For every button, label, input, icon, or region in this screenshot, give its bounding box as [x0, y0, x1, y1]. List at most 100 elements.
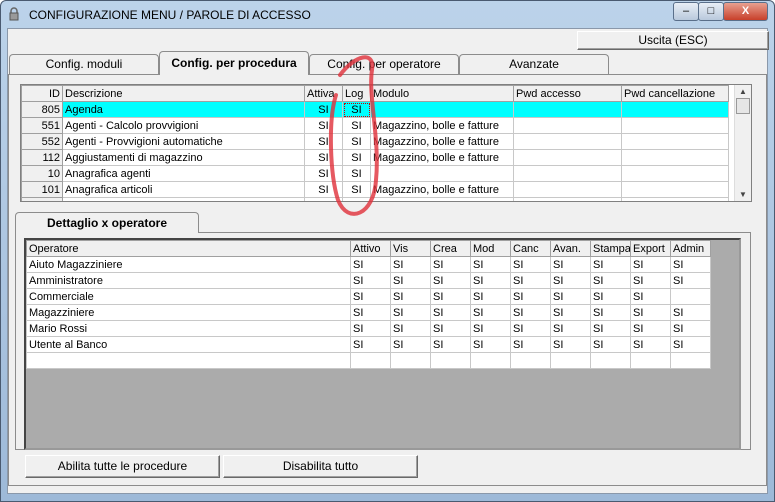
scroll-up-arrow-icon[interactable]: ▲ — [735, 87, 751, 96]
operator-name[interactable]: Magazziniere — [26, 304, 351, 321]
empty-cell[interactable] — [350, 352, 391, 369]
operator-name[interactable]: Utente al Banco — [26, 336, 351, 353]
tab-dettaglio-operatore[interactable]: Dettaglio x operatore — [15, 212, 199, 233]
operator-name[interactable]: Commerciale — [26, 288, 351, 305]
cell-pwd_canc[interactable] — [621, 165, 729, 182]
maximize-button[interactable]: □ — [698, 2, 724, 21]
permission-cell[interactable]: SI — [390, 256, 431, 273]
table-row[interactable]: 10 Anagrafica agenti SI SI — [21, 165, 729, 182]
permission-cell[interactable]: SI — [550, 272, 591, 289]
operators-grid[interactable]: Operatore Attivo Vis Crea Mod Canc Avan. Stampa… — [24, 238, 741, 450]
permission-cell[interactable]: SI — [630, 336, 671, 353]
permission-cell[interactable]: SI — [430, 336, 471, 353]
operator-name[interactable]: Aiuto Magazziniere — [26, 256, 351, 273]
cell-log[interactable]: SI — [342, 133, 371, 150]
table-row[interactable]: 101 Anagrafica articoli SI SI Magazzino, bol… — [21, 181, 729, 198]
permission-cell[interactable]: SI — [670, 304, 711, 321]
tab-config-per-operatore[interactable]: Config. per operatore — [309, 54, 459, 74]
cell-pwd_canc[interactable] — [621, 181, 729, 198]
permission-cell[interactable]: SI — [670, 320, 711, 337]
permission-cell[interactable]: SI — [430, 288, 471, 305]
permission-cell[interactable]: SI — [350, 320, 391, 337]
permission-cell[interactable]: SI — [630, 272, 671, 289]
table-row[interactable]: Mario Rossi SI SI SI SI SI SI SI SI SI — [26, 320, 711, 337]
cell-log[interactable]: SI — [342, 149, 371, 166]
scroll-down-arrow-icon[interactable]: ▼ — [735, 190, 751, 199]
cell-log[interactable]: SI — [342, 197, 371, 201]
permission-cell[interactable]: SI — [550, 288, 591, 305]
cell-id[interactable] — [21, 197, 63, 201]
operator-name[interactable]: Amministratore — [26, 272, 351, 289]
cell-desc[interactable]: Anagrafica articoli — [62, 181, 305, 198]
cell-pwd_canc[interactable] — [621, 133, 729, 150]
permission-cell[interactable]: SI — [350, 256, 391, 273]
permission-cell[interactable]: SI — [470, 256, 511, 273]
column-header[interactable]: Admin — [670, 240, 711, 257]
column-header[interactable]: Stampa — [590, 240, 631, 257]
permission-cell[interactable]: SI — [510, 272, 551, 289]
cell-id[interactable]: 10 — [21, 165, 63, 182]
table-row[interactable]: 551 Agenti - Calcolo provvigioni SI SI Magaz… — [21, 117, 729, 134]
table-row[interactable]: Amministratore SI SI SI SI SI SI SI SI SI — [26, 272, 711, 289]
column-header[interactable]: Attivo — [350, 240, 391, 257]
permission-cell[interactable]: SI — [630, 256, 671, 273]
tab-avanzate[interactable]: Avanzate — [459, 54, 609, 74]
permission-cell[interactable]: SI — [390, 336, 431, 353]
cell-modulo[interactable]: Magazzino, bolle e fatture — [370, 181, 514, 198]
cell-desc[interactable]: Aggiustamenti di magazzino — [62, 149, 305, 166]
empty-cell[interactable] — [510, 352, 551, 369]
permission-cell[interactable]: SI — [510, 320, 551, 337]
cell-id[interactable]: 552 — [21, 133, 63, 150]
cell-attiva[interactable]: SI — [304, 101, 343, 118]
permission-cell[interactable]: SI — [350, 272, 391, 289]
cell-attiva[interactable]: SI — [304, 133, 343, 150]
permission-cell[interactable]: SI — [590, 272, 631, 289]
cell-attiva[interactable]: SI — [304, 197, 343, 201]
permission-cell[interactable]: SI — [670, 336, 711, 353]
permission-cell[interactable]: SI — [350, 336, 391, 353]
table-row[interactable]: Aiuto Magazziniere SI SI SI SI SI SI SI SI SI — [26, 256, 711, 273]
table-row[interactable]: 552 Agenti - Provvigioni automatiche SI SI M… — [21, 133, 729, 150]
table-row[interactable]: Utente al Banco SI SI SI SI SI SI SI SI SI — [26, 336, 711, 353]
permission-cell[interactable]: SI — [390, 304, 431, 321]
column-header[interactable]: Crea — [430, 240, 471, 257]
permission-cell[interactable]: SI — [470, 336, 511, 353]
cell-desc[interactable]: Agenda — [62, 101, 305, 118]
cell-desc[interactable] — [62, 197, 305, 201]
permission-cell[interactable]: SI — [510, 288, 551, 305]
disable-all-button[interactable]: Disabilita tutto — [223, 455, 418, 478]
cell-log[interactable]: SI — [342, 101, 371, 118]
empty-cell[interactable] — [390, 352, 431, 369]
permission-cell[interactable]: SI — [390, 272, 431, 289]
tab-config-per-procedura[interactable]: Config. per procedura — [159, 51, 309, 75]
permission-cell[interactable]: SI — [470, 304, 511, 321]
column-header[interactable]: ID — [21, 85, 63, 102]
column-header[interactable]: Descrizione — [62, 85, 305, 102]
cell-pwd_canc[interactable] — [621, 197, 729, 201]
table-row[interactable]: 805 Agenda SI SI — [21, 101, 729, 118]
column-header[interactable]: Vis — [390, 240, 431, 257]
cell-modulo[interactable] — [370, 165, 514, 182]
cell-id[interactable]: 101 — [21, 181, 63, 198]
cell-pwd_acc[interactable] — [513, 149, 622, 166]
table-row[interactable]: Commerciale SI SI SI SI SI SI SI SI — [26, 288, 711, 305]
column-header[interactable]: Canc — [510, 240, 551, 257]
column-header[interactable]: Modulo — [370, 85, 514, 102]
empty-cell[interactable] — [550, 352, 591, 369]
permission-cell[interactable]: SI — [550, 320, 591, 337]
column-header[interactable]: Mod — [470, 240, 511, 257]
permission-cell[interactable]: SI — [510, 256, 551, 273]
permission-cell[interactable]: SI — [430, 320, 471, 337]
permission-cell[interactable]: SI — [510, 304, 551, 321]
cell-modulo[interactable] — [370, 197, 514, 201]
permission-cell[interactable]: SI — [390, 288, 431, 305]
enable-all-procedures-button[interactable]: Abilita tutte le procedure — [25, 455, 220, 478]
empty-row[interactable] — [26, 352, 711, 369]
cell-id[interactable]: 112 — [21, 149, 63, 166]
cell-attiva[interactable]: SI — [304, 149, 343, 166]
permission-cell[interactable]: SI — [590, 320, 631, 337]
cell-modulo[interactable] — [370, 101, 514, 118]
cell-log[interactable]: SI — [342, 165, 371, 182]
exit-button[interactable]: Uscita (ESC) — [577, 31, 769, 50]
cell-desc[interactable]: Agenti - Calcolo provvigioni — [62, 117, 305, 134]
